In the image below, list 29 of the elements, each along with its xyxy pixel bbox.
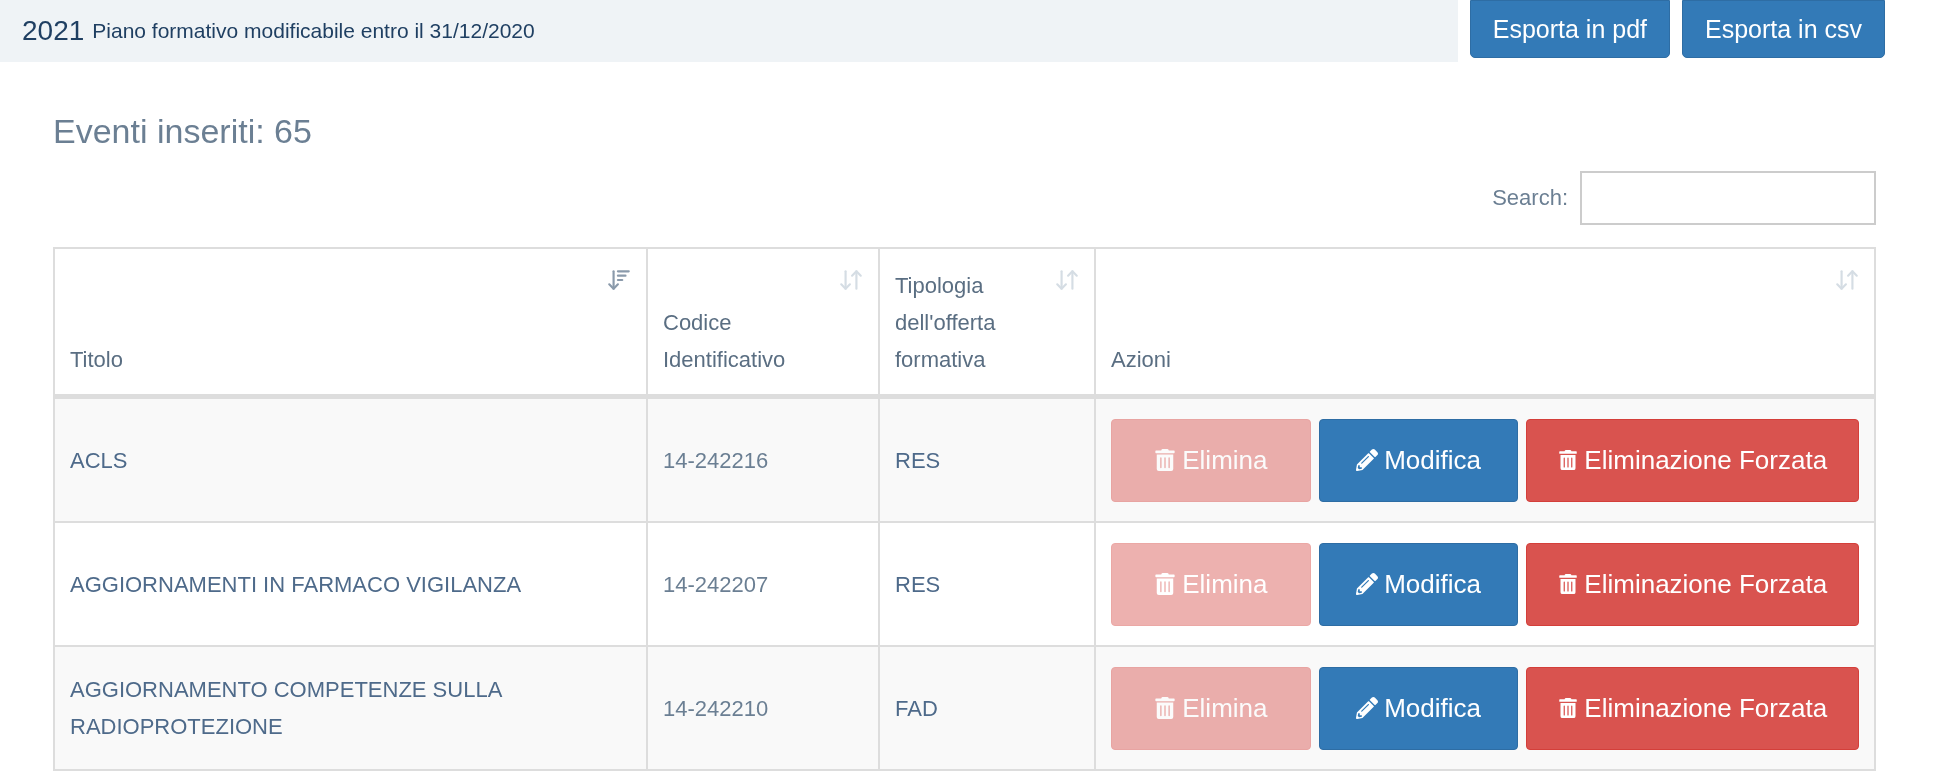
export-button[interactable]: Esporta in pdf <box>1469 0 1670 58</box>
sort-icon[interactable] <box>1834 267 1860 293</box>
trash-icon <box>1154 697 1177 719</box>
edit-button[interactable]: Modifica <box>1318 666 1519 750</box>
trash-icon <box>1558 698 1579 718</box>
sort-icon[interactable] <box>838 267 864 293</box>
trash-icon <box>1558 450 1579 470</box>
pencil-icon <box>1356 697 1379 719</box>
table-cell: AGGIORNAMENTO COMPETENZE SULLA RADIOPROTEZIONE <box>54 646 647 770</box>
year-title: 2021 <box>22 15 85 47</box>
pencil-icon <box>1356 573 1379 595</box>
table-cell: FAD <box>879 646 1095 770</box>
trash-icon <box>1558 574 1579 594</box>
trash-icon <box>1154 449 1177 471</box>
force-delete-button[interactable]: Eliminazione Forzata <box>1526 542 1859 626</box>
export-button[interactable]: Esporta in csv <box>1682 0 1885 58</box>
force-delete-button[interactable]: Eliminazione Forzata <box>1526 418 1859 502</box>
trash-icon <box>1154 573 1177 595</box>
sort-icon[interactable] <box>1054 267 1080 293</box>
events-count: Eventi inseriti: 65 <box>53 112 313 151</box>
sort-descending-icon[interactable] <box>606 267 632 293</box>
edit-button[interactable]: Modifica <box>1318 542 1519 626</box>
edit-button[interactable]: Modifica <box>1318 418 1519 502</box>
search-field[interactable] <box>1580 171 1876 225</box>
pencil-icon <box>1356 449 1379 471</box>
table-cell: 14-242210 <box>647 646 879 770</box>
search-label: Search: <box>1492 185 1568 211</box>
force-delete-button[interactable]: Eliminazione Forzata <box>1526 666 1859 750</box>
plan-subtitle: Piano formativo modificabile entro il 31/12/2020 <box>92 19 535 43</box>
